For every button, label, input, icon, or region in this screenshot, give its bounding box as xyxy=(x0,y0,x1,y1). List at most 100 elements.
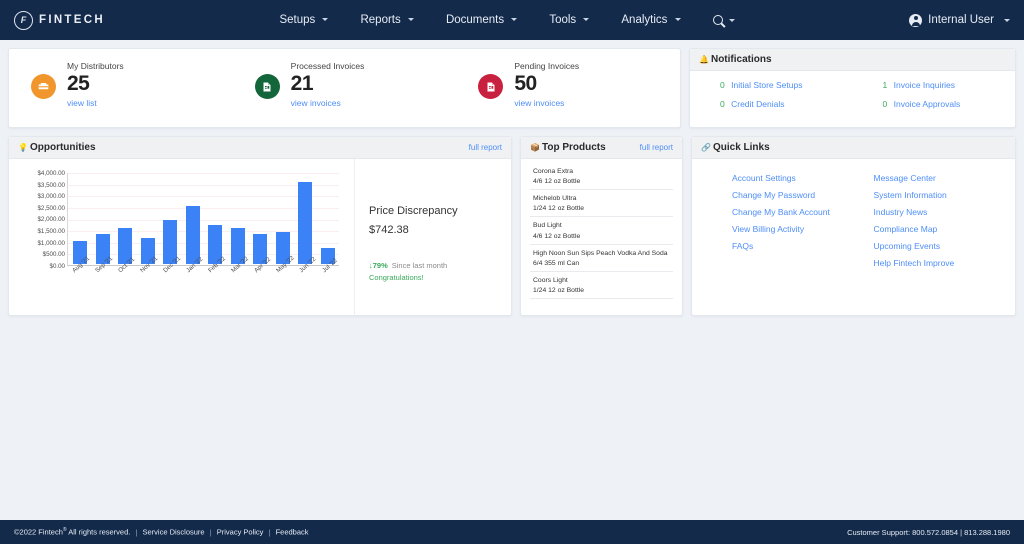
quick-link-change-my-bank-account[interactable]: Change My Bank Account xyxy=(732,207,874,217)
quick-links-body: Account Settings Change My Password Chan… xyxy=(692,159,1015,268)
nav-item-search[interactable] xyxy=(712,15,735,25)
notification-label[interactable]: Invoice Approvals xyxy=(894,99,961,109)
summary-row: My Distributors 25 view list Processed I… xyxy=(8,48,1016,128)
notification-label[interactable]: Invoice Inquiries xyxy=(894,80,955,90)
notification-count: 0 xyxy=(720,80,725,90)
notification-item[interactable]: 0 Credit Denials xyxy=(690,99,853,109)
nav-item-analytics[interactable]: Analytics xyxy=(621,14,681,26)
notification-label[interactable]: Initial Store Setups xyxy=(731,80,802,90)
chevron-down-icon xyxy=(407,18,414,22)
chevron-down-icon xyxy=(511,18,518,22)
quick-link-faqs[interactable]: FAQs xyxy=(732,241,874,251)
chart-bar[interactable] xyxy=(185,206,200,264)
view-invoices-link[interactable]: view invoices xyxy=(291,98,365,108)
chart-bar[interactable] xyxy=(298,181,313,264)
nav-label-analytics: Analytics xyxy=(621,14,668,26)
quick-links-panel: 🔗 Quick Links Account Settings Change My… xyxy=(691,136,1016,316)
y-axis-tick-label: $500.00 xyxy=(42,251,65,259)
chevron-down-icon xyxy=(322,18,329,22)
product-size: 1/24 12 oz Bottle xyxy=(533,286,585,294)
quick-link-upcoming-events[interactable]: Upcoming Events xyxy=(874,241,1016,251)
stat-label: Pending Invoices xyxy=(514,61,580,71)
product-name: Bud Light xyxy=(533,222,562,230)
quick-link-industry-news[interactable]: Industry News xyxy=(874,207,1016,217)
nav-label-setups: Setups xyxy=(279,14,316,26)
opportunities-full-report-link[interactable]: full report xyxy=(469,143,502,152)
nav-item-documents[interactable]: Documents xyxy=(445,14,518,26)
divider: | xyxy=(135,527,138,537)
list-item[interactable]: Coors Light 1/24 12 oz Bottle xyxy=(530,272,673,299)
quick-links-header: 🔗 Quick Links xyxy=(692,137,1015,159)
quick-link-system-information[interactable]: System Information xyxy=(874,190,1016,200)
chart-bars xyxy=(69,173,339,264)
top-products-header: 📦 Top Products full report xyxy=(521,137,682,159)
nav-label-reports: Reports xyxy=(360,14,401,26)
user-menu[interactable]: Internal User xyxy=(909,13,1010,27)
nav-item-reports[interactable]: Reports xyxy=(360,14,414,26)
stat-value: 25 xyxy=(67,72,90,95)
quick-link-help-fintech-improve[interactable]: Help Fintech Improve xyxy=(874,258,1016,268)
stat-card-processed-invoices: Processed Invoices 21 view invoices xyxy=(233,61,457,108)
user-name-label: Internal User xyxy=(928,14,994,26)
congratulations-text: Congratulations! xyxy=(369,273,424,282)
list-item[interactable]: Michelob Ultra 1/24 12 oz Bottle xyxy=(530,190,673,218)
quick-link-compliance-map[interactable]: Compliance Map xyxy=(874,224,1016,234)
nav-item-tools[interactable]: Tools xyxy=(549,14,590,26)
notification-count: 0 xyxy=(882,99,888,109)
footer-customer-support: Customer Support: 800.572.0854 | 813.288… xyxy=(847,527,1010,537)
view-list-link[interactable]: view list xyxy=(67,98,124,108)
footer-link-privacy-policy[interactable]: Privacy Policy xyxy=(217,528,264,537)
notifications-header: 🔔 Notifications xyxy=(690,49,1015,71)
brand-logo[interactable]: F FINTECH xyxy=(14,10,105,30)
details-row: 💡 Opportunities full report $4,000.00 $3,… xyxy=(8,136,1016,316)
product-name: High Noon Sun Sips Peach Vodka And Soda xyxy=(533,249,668,257)
divider: | xyxy=(209,527,212,537)
delta-period: Since last month xyxy=(391,261,448,270)
chart-y-axis: $4,000.00 $3,500.00 $3,000.00 $2,500.00 $2,0… xyxy=(13,170,65,274)
notification-item[interactable]: 0 Initial Store Setups xyxy=(690,80,853,90)
divider: | xyxy=(268,527,271,537)
quick-link-message-center[interactable]: Message Center xyxy=(874,173,1016,183)
top-navigation-bar: F FINTECH Setups Reports Documents Tools… xyxy=(0,0,1024,40)
footer-link-feedback[interactable]: Feedback xyxy=(276,528,309,537)
quick-link-change-my-password[interactable]: Change My Password xyxy=(732,190,874,200)
top-products-full-report-link[interactable]: full report xyxy=(640,143,673,152)
y-axis-tick-label: $0.00 xyxy=(49,262,65,270)
nav-item-setups[interactable]: Setups xyxy=(279,14,329,26)
avatar-icon xyxy=(909,13,923,27)
stat-cards-panel: My Distributors 25 view list Processed I… xyxy=(8,48,681,128)
footer-link-service-disclosure[interactable]: Service Disclosure xyxy=(143,528,205,537)
notification-item[interactable]: 1 Invoice Inquiries xyxy=(853,80,1016,90)
footer-bar: ©2022 Fintech® All rights reserved. | Se… xyxy=(0,520,1024,544)
list-item[interactable]: Bud Light 4/6 12 oz Bottle xyxy=(530,217,673,245)
notification-item[interactable]: 0 Invoice Approvals xyxy=(853,99,1016,109)
quick-link-view-billing-activity[interactable]: View Billing Activity xyxy=(732,224,874,234)
product-size: 6/4 355 ml Can xyxy=(533,259,580,267)
stat-label: Processed Invoices xyxy=(290,61,365,71)
notification-count: 1 xyxy=(882,80,888,90)
bell-icon: 🔔 xyxy=(699,55,709,64)
main-menu: Setups Reports Documents Tools Analytics xyxy=(105,14,909,26)
nav-label-tools: Tools xyxy=(549,14,577,26)
product-size: 4/6 12 oz Bottle xyxy=(533,178,581,186)
notification-label[interactable]: Credit Denials xyxy=(731,99,784,109)
nav-label-documents: Documents xyxy=(445,14,505,26)
y-axis-tick-label: $1,000.00 xyxy=(37,239,65,247)
footer-copyright: ©2022 Fintech xyxy=(14,527,63,537)
view-invoices-link[interactable]: view invoices xyxy=(514,98,579,108)
notifications-title: Notifications xyxy=(710,54,772,65)
product-name: Michelob Ultra xyxy=(533,195,577,203)
top-products-list: Corona Extra 4/6 12 oz Bottle Michelob U… xyxy=(521,159,682,299)
footer-left: ©2022 Fintech® All rights reserved. | Se… xyxy=(14,527,309,537)
box-icon: 📦 xyxy=(530,143,540,152)
quick-link-account-settings[interactable]: Account Settings xyxy=(732,173,874,183)
opportunities-title: Opportunities xyxy=(29,142,96,153)
list-item[interactable]: Corona Extra 4/6 12 oz Bottle xyxy=(530,163,673,191)
stat-value: 50 xyxy=(514,72,537,95)
top-products-panel: 📦 Top Products full report Corona Extra … xyxy=(520,136,683,316)
chevron-down-icon xyxy=(728,18,735,22)
chevron-down-icon xyxy=(583,18,590,22)
list-item[interactable]: High Noon Sun Sips Peach Vodka And Soda … xyxy=(530,245,673,272)
opportunities-bar-chart: $4,000.00 $3,500.00 $3,000.00 $2,500.00 $2,0… xyxy=(9,159,354,316)
top-products-title: Top Products xyxy=(541,142,606,153)
